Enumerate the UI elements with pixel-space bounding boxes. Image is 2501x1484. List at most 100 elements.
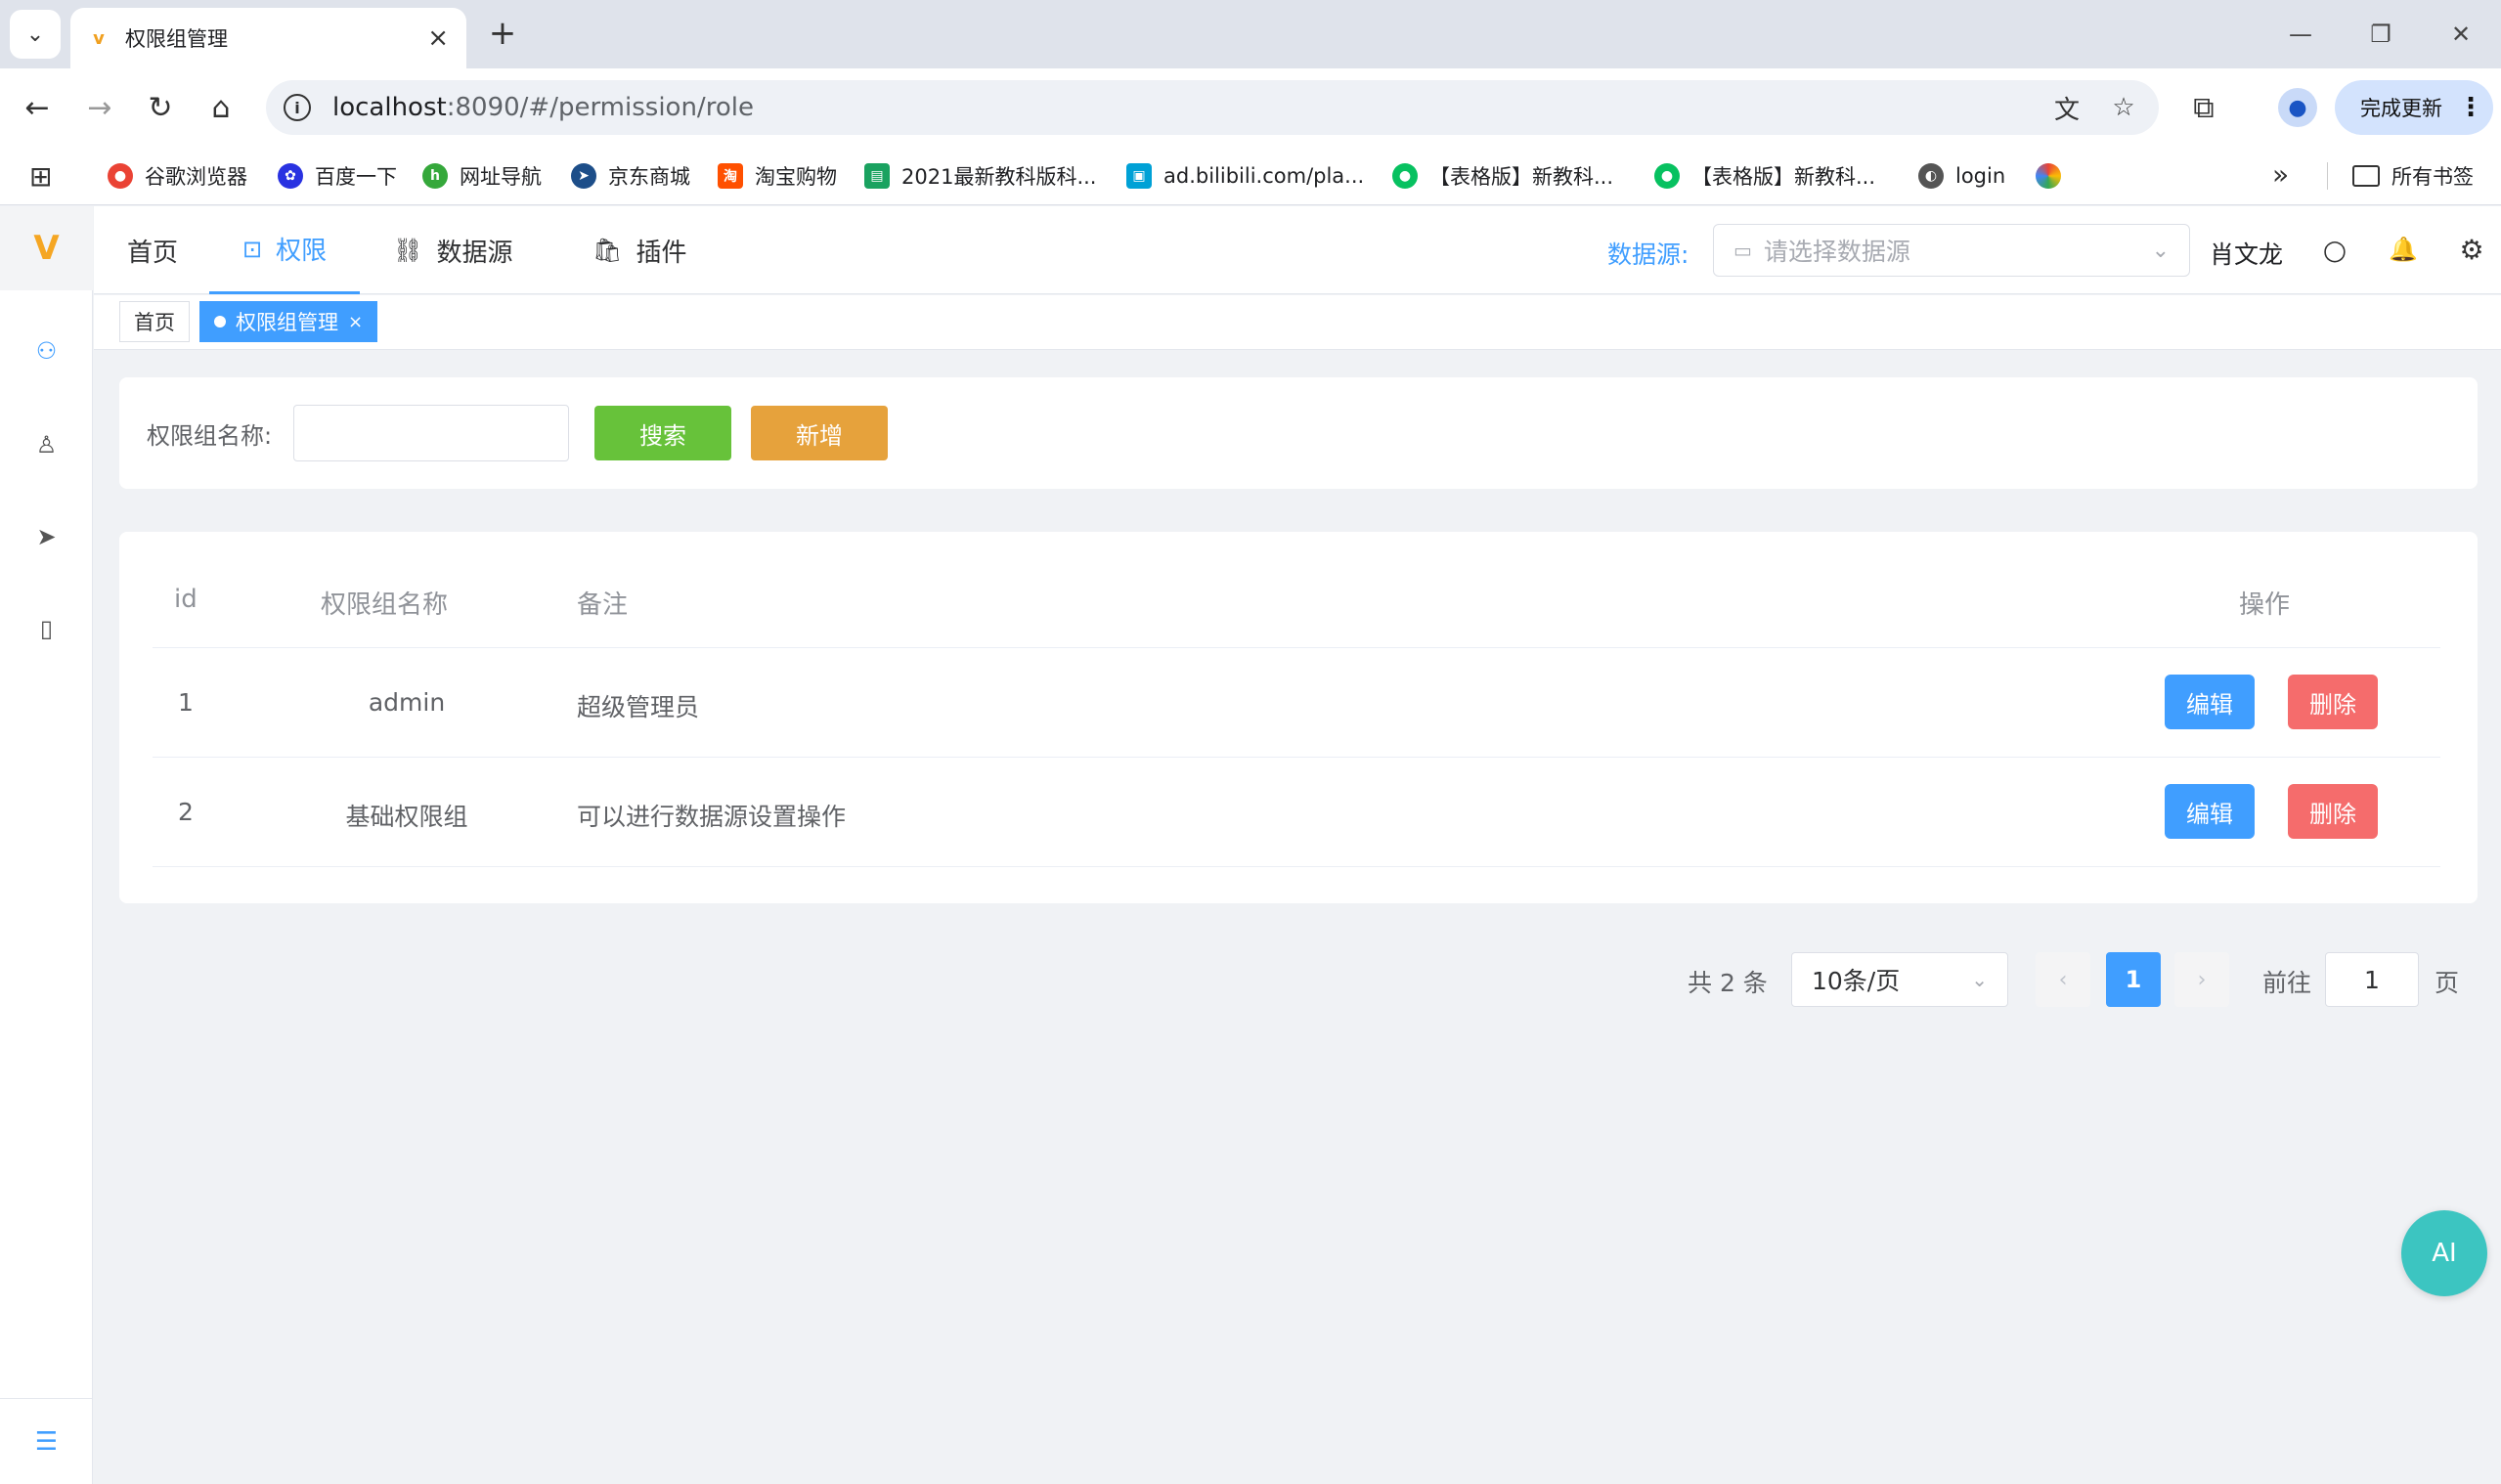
tag-home[interactable]: 首页: [119, 301, 190, 342]
apps-grid-icon[interactable]: ⊞: [29, 160, 52, 193]
bookmark-item[interactable]: ▣ ad.bilibili.com/pla...: [1126, 158, 1364, 194]
bookmark-item[interactable]: ◐ login: [1918, 158, 2005, 194]
chevron-double-right-icon[interactable]: »: [2272, 158, 2289, 191]
close-icon[interactable]: ×: [348, 312, 363, 332]
extensions-icon[interactable]: ⧉: [2182, 86, 2225, 129]
nav-item-plugin[interactable]: 🛍 插件: [592, 206, 686, 294]
row-divider: [153, 757, 2440, 758]
sidebar-item-permission-group[interactable]: ⚇: [0, 322, 93, 380]
bookmark-item[interactable]: h 网址导航: [422, 158, 542, 194]
page-size-select[interactable]: 10条/页 ⌄: [1791, 952, 2008, 1007]
sidebar: V ⚇ ♙ ➤ ▯ ☰: [0, 206, 93, 1484]
page-number-current[interactable]: 1: [2106, 952, 2161, 1007]
colorful-circle-icon: [2036, 163, 2061, 189]
restore-button[interactable]: ❐: [2341, 0, 2421, 68]
group-name-label: 权限组名称:: [147, 422, 273, 450]
profile-avatar[interactable]: ●: [2278, 88, 2317, 127]
address-bar[interactable]: i localhost:8090/#/permission/role 文 ☆: [266, 80, 2159, 135]
chrome-icon: ●: [108, 163, 133, 189]
sidebar-item-send[interactable]: ➤: [0, 507, 93, 566]
delete-button[interactable]: 删除: [2288, 675, 2378, 729]
bookmark-label: 谷歌浏览器: [145, 165, 247, 189]
edit-button[interactable]: 编辑: [2165, 784, 2255, 839]
tab-title: 权限组管理: [125, 27, 228, 51]
bookmark-label: 【表格版】新教科...: [1691, 165, 1876, 189]
translate-icon[interactable]: 文: [2045, 86, 2088, 129]
next-page-button[interactable]: ›: [2174, 952, 2229, 1007]
page-suffix: 页: [2435, 969, 2460, 997]
goto-page-input[interactable]: 1: [2325, 952, 2419, 1007]
pagination-total: 共 2 条: [1688, 969, 1768, 997]
vue-favicon-icon: v: [93, 27, 105, 49]
update-button[interactable]: 完成更新 ⋮: [2335, 80, 2493, 135]
arrow-right-icon: →: [87, 90, 112, 125]
bookmark-item[interactable]: ✿ 百度一下: [278, 158, 397, 194]
collapse-sidebar-button[interactable]: ☰: [0, 1398, 93, 1484]
bookmark-label: login: [1955, 164, 2006, 188]
vue-logo-icon: V: [33, 229, 60, 268]
user-name[interactable]: 肖文龙: [2210, 236, 2283, 271]
search-icon[interactable]: ○: [2313, 228, 2356, 271]
bookmark-label: 网址导航: [460, 165, 542, 189]
close-window-button[interactable]: ✕: [2421, 0, 2501, 68]
bookmarks-bar: ⊞ ● 谷歌浏览器 ✿ 百度一下 h 网址导航 ➤ 京东商城 淘淘宝购物 ▤ 2021最新…: [0, 147, 2501, 205]
hao-icon: h: [422, 163, 448, 189]
bookmark-item[interactable]: [2036, 158, 2073, 194]
site-info-icon[interactable]: i: [284, 94, 311, 121]
chevron-down-icon: ⌄: [2151, 238, 2170, 263]
minimize-button[interactable]: —: [2260, 0, 2341, 68]
sidebar-item-book[interactable]: ▯: [0, 599, 93, 658]
bookmark-item[interactable]: ▤ 2021最新教科版科...: [864, 158, 1096, 194]
star-icon[interactable]: ☆: [2102, 86, 2145, 129]
top-navigation: 首页 ⊡ 权限 ⛓ 数据源 🛍 插件 数据源: ▭ 请选择数据源 ⌄ 肖文龙 ○ 🔔 …: [94, 206, 2501, 294]
bell-icon[interactable]: 🔔: [2382, 228, 2425, 271]
url-path: :8090/#/permission/role: [446, 93, 754, 122]
bookmark-label: ad.bilibili.com/pla...: [1163, 164, 1365, 188]
browser-tabstrip: ⌄ v 权限组管理 × + — ❐ ✕: [0, 0, 2501, 68]
reload-button[interactable]: ↻: [139, 86, 182, 129]
bookmark-item[interactable]: 淘淘宝购物: [718, 158, 837, 194]
bookmark-item[interactable]: ➤ 京东商城: [571, 158, 690, 194]
url-text[interactable]: localhost:8090/#/permission/role: [332, 93, 2045, 122]
sidebar-item-user[interactable]: ♙: [0, 415, 93, 474]
delete-button[interactable]: 删除: [2288, 784, 2378, 839]
all-bookmarks-button[interactable]: 所有书签: [2352, 158, 2474, 194]
user-icon: ♙: [35, 431, 58, 458]
app-logo[interactable]: V: [0, 206, 93, 290]
column-header-action: 操作: [2239, 590, 2291, 620]
cell-remark: 超级管理员: [577, 693, 700, 721]
ai-assistant-button[interactable]: AI: [2401, 1210, 2487, 1296]
arrow-left-icon: ←: [24, 90, 50, 125]
forward-button[interactable]: →: [78, 86, 121, 129]
nav-item-home[interactable]: 首页: [127, 206, 178, 294]
datasource-select[interactable]: ▭ 请选择数据源 ⌄: [1713, 224, 2190, 277]
browser-tab-active[interactable]: v 权限组管理 ×: [70, 8, 466, 68]
tab-search-button[interactable]: ⌄: [10, 10, 61, 59]
back-button[interactable]: ←: [16, 86, 59, 129]
wechat-icon: ●: [1392, 163, 1418, 189]
person-icon: ●: [2288, 95, 2307, 120]
reload-icon: ↻: [148, 90, 173, 125]
bookmark-label: 2021最新教科版科...: [901, 165, 1097, 189]
cell-id: 1: [178, 688, 194, 717]
tag-label: 权限组管理: [236, 311, 338, 334]
prev-page-button[interactable]: ‹: [2036, 952, 2090, 1007]
gear-icon[interactable]: ⚙: [2450, 228, 2493, 271]
cell-name: admin: [368, 688, 446, 717]
column-header-name: 权限组名称: [321, 590, 449, 620]
nav-item-datasource[interactable]: ⛓ 数据源: [393, 206, 512, 294]
bookmark-item[interactable]: ● 谷歌浏览器: [108, 158, 247, 194]
bookmark-item[interactable]: ● 【表格版】新教科...: [1654, 158, 1875, 194]
home-button[interactable]: ⌂: [199, 86, 242, 129]
column-header-remark: 备注: [577, 590, 629, 620]
chevron-left-icon: ‹: [2058, 967, 2068, 992]
edit-button[interactable]: 编辑: [2165, 675, 2255, 729]
new-tab-button[interactable]: +: [483, 12, 522, 55]
tag-permission-group[interactable]: 权限组管理 ×: [199, 301, 378, 342]
bookmark-item[interactable]: ● 【表格版】新教科...: [1392, 158, 1613, 194]
close-icon[interactable]: ×: [427, 23, 449, 53]
add-button[interactable]: 新增: [751, 406, 888, 460]
group-name-input[interactable]: [293, 405, 569, 461]
nav-item-permission[interactable]: ⊡ 权限: [209, 206, 361, 294]
search-button[interactable]: 搜索: [594, 406, 731, 460]
